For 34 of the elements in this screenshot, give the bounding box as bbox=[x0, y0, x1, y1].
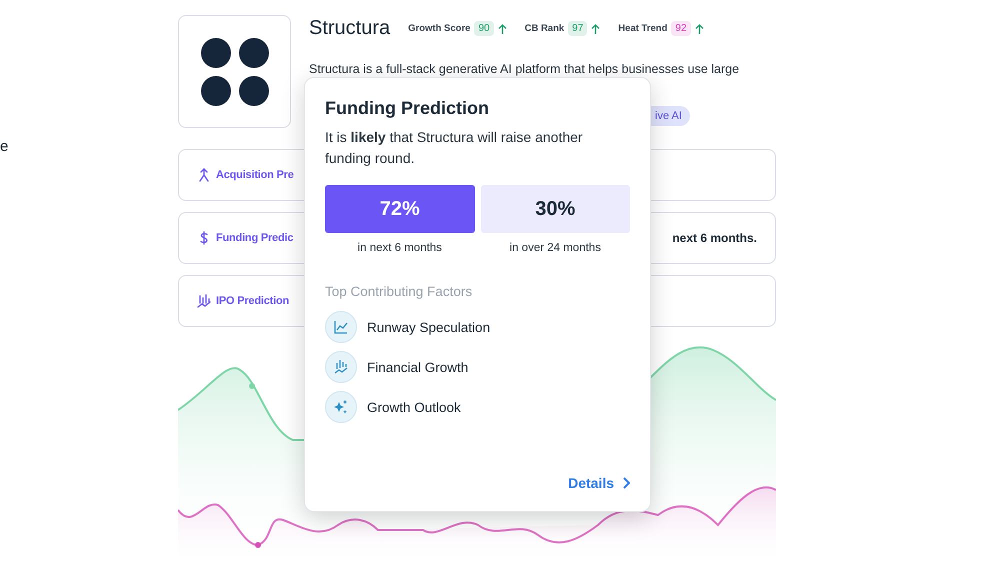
prediction-label: IPO Prediction bbox=[216, 295, 289, 307]
bar-chart-icon bbox=[325, 351, 357, 383]
cut-off-text: e bbox=[0, 138, 8, 155]
logo-icon bbox=[200, 38, 268, 106]
probability-value: 72% bbox=[325, 185, 474, 233]
chart-icon bbox=[197, 294, 211, 308]
factor-label: Financial Growth bbox=[367, 360, 468, 374]
probability-caption: in next 6 months bbox=[358, 242, 442, 254]
probability-caption: in over 24 months bbox=[510, 242, 601, 254]
up-arrow-icon bbox=[498, 24, 507, 34]
line-chart-icon bbox=[325, 311, 357, 343]
company-description: Structura is a full-stack generative AI platform that helps businesses use large bbox=[309, 62, 740, 76]
score-value: 97 bbox=[568, 21, 588, 36]
merge-arrow-icon bbox=[197, 168, 211, 182]
sparkle-icon bbox=[325, 391, 357, 423]
score-label: Growth Score bbox=[408, 23, 470, 34]
popover-text: It is likely that Structura will raise another funding round. bbox=[325, 128, 584, 168]
factor-label: Runway Speculation bbox=[367, 320, 490, 334]
details-link[interactable]: Details bbox=[568, 475, 630, 491]
prediction-detail: next 6 months. bbox=[672, 231, 757, 245]
chevron-right-icon bbox=[622, 477, 630, 489]
up-arrow-icon bbox=[694, 24, 704, 34]
score-value: 90 bbox=[474, 21, 494, 36]
score-value: 92 bbox=[671, 21, 691, 36]
factors-heading: Top Contributing Factors bbox=[325, 284, 474, 299]
prediction-label: Acquisition Pre bbox=[216, 169, 294, 181]
popover-title: Funding Prediction bbox=[325, 98, 490, 119]
up-arrow-icon bbox=[591, 24, 600, 34]
factor-label: Growth Outlook bbox=[367, 400, 461, 414]
probability-value: 30% bbox=[480, 185, 630, 233]
score-label: CB Rank bbox=[524, 23, 564, 34]
score-label: Heat Trend bbox=[618, 23, 668, 34]
company-name: Structura bbox=[309, 17, 390, 40]
prediction-label: Funding Predic bbox=[216, 232, 294, 244]
